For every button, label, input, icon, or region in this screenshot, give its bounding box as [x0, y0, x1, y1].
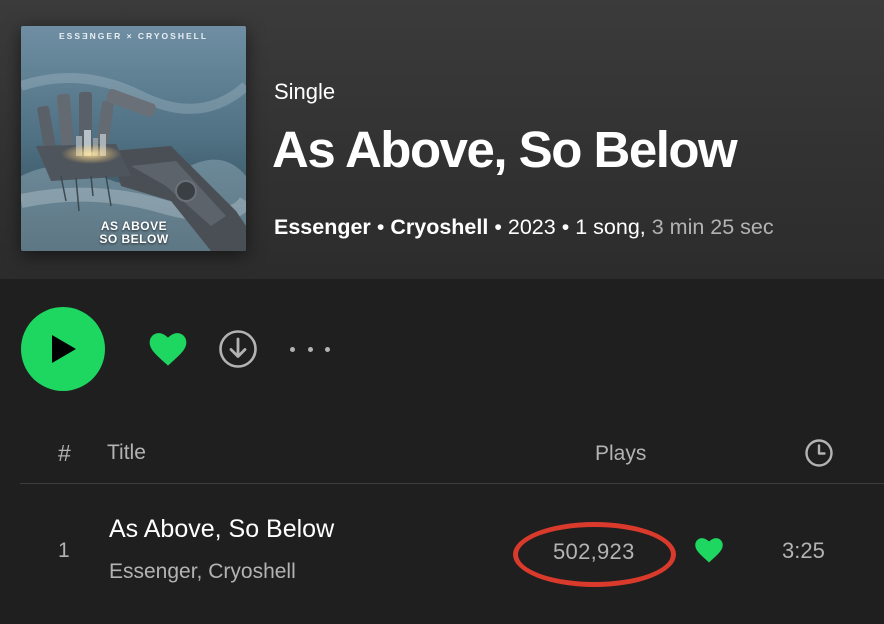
column-header-number: # [58, 440, 71, 466]
album-cover-art [21, 26, 246, 251]
track-like-button[interactable] [694, 536, 724, 564]
release-year: 2023 [507, 215, 556, 239]
track-plays: 502,923 [553, 539, 635, 564]
column-header-duration[interactable] [804, 438, 834, 468]
total-duration: 3 min 25 sec [651, 215, 774, 239]
track-row[interactable]: 1 As Above, So Below Essenger, Cryoshell… [0, 490, 884, 610]
artist-link-essenger[interactable]: Essenger [274, 215, 371, 239]
album-cover: ESSƎNGER × CRYOSHELL AS ABOVE SO BELOW [21, 26, 246, 251]
album-header: ESSƎNGER × CRYOSHELL AS ABOVE SO BELOW S… [0, 0, 884, 279]
more-horizontal-icon [325, 346, 330, 352]
album-meta: Essenger • Cryoshell • 2023 • 1 song, 3 min 25… [274, 215, 774, 240]
column-header-title[interactable]: Title [107, 441, 146, 465]
track-title[interactable]: As Above, So Below [109, 515, 334, 544]
track-number: 1 [58, 539, 70, 562]
play-icon [52, 335, 76, 363]
meta-separator: • [561, 215, 570, 239]
tracklist-header: # Title Plays [0, 428, 884, 482]
like-button[interactable] [148, 330, 188, 370]
song-count: 1 song, [575, 215, 646, 239]
download-button[interactable] [218, 329, 258, 369]
download-icon [219, 330, 257, 368]
action-bar [0, 279, 884, 419]
meta-separator: • [376, 215, 385, 239]
tracklist-divider [20, 483, 884, 484]
track-artists[interactable]: Essenger, Cryoshell [109, 560, 296, 584]
cover-artist-text: ESSƎNGER × CRYOSHELL [58, 31, 209, 41]
page-title: As Above, So Below [272, 121, 738, 178]
release-type-label: Single [274, 79, 336, 104]
track-duration: 3:25 [782, 538, 825, 563]
more-horizontal-icon [290, 346, 295, 352]
more-horizontal-icon [307, 346, 313, 352]
cover-title-text: AS ABOVE SO BELOW [79, 220, 189, 246]
artist-link-cryoshell[interactable]: Cryoshell [390, 215, 488, 239]
more-options-button[interactable] [290, 329, 330, 369]
clock-icon [805, 439, 833, 467]
heart-icon [695, 538, 723, 563]
column-header-plays[interactable]: Plays [595, 442, 646, 466]
play-button[interactable] [21, 307, 105, 391]
cover-title-line-2: SO BELOW [99, 232, 169, 246]
heart-icon [149, 333, 187, 366]
meta-separator: • [494, 215, 502, 239]
